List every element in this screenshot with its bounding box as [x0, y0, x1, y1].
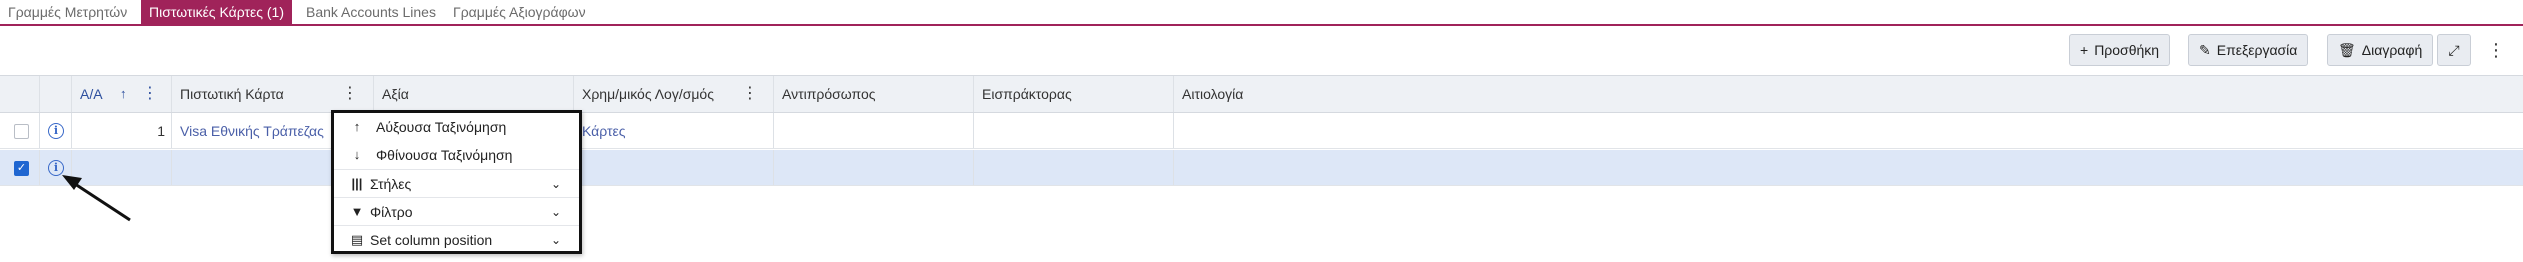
expand-icon: ⤢ [2448, 42, 2460, 58]
tab-credit-cards[interactable]: Πιστωτικές Κάρτες (1) [141, 0, 292, 24]
info-icon[interactable]: i [48, 160, 64, 176]
header-info-cell [40, 76, 72, 112]
trash-icon: 🗑 [2338, 42, 2356, 58]
cell-representative[interactable] [774, 150, 974, 185]
cell-aa[interactable]: 1 [72, 113, 172, 148]
cell-collector[interactable] [974, 113, 1174, 148]
menu-item-sort-ascending[interactable]: ↑ Αύξουσα Ταξινόμηση [334, 113, 579, 141]
row-info-cell: i [40, 150, 72, 185]
delete-button[interactable]: 🗑 Διαγραφή [2327, 34, 2434, 66]
row-checkbox-checked[interactable]: ✓ [14, 161, 29, 176]
arrow-down-icon: ↓ [353, 147, 361, 162]
cell-account[interactable]: Κάρτες [574, 113, 774, 148]
tab-bank-accounts-lines[interactable]: Bank Accounts Lines [298, 0, 444, 24]
column-header-value[interactable]: Αξία [374, 76, 574, 112]
row-checkbox[interactable] [14, 124, 29, 139]
column-menu-icon[interactable]: ⋮ [142, 76, 158, 112]
columns-icon: ||| [351, 176, 363, 191]
cell-reason[interactable] [1174, 150, 2523, 185]
column-header-collector[interactable]: Εισπράκτορας [974, 76, 1174, 112]
plus-icon: + [2080, 42, 2089, 58]
tab-bar: Γραμμές Μετρητών Πιστωτικές Κάρτες (1) B… [0, 0, 2523, 26]
tab-cash-lines[interactable]: Γραμμές Μετρητών [0, 0, 135, 24]
chevron-down-icon: ⌄ [550, 233, 561, 247]
cell-aa[interactable] [72, 150, 172, 185]
menu-item-sort-descending[interactable]: ↓ Φθίνουσα Ταξινόμηση [334, 141, 579, 169]
tab-securities-lines[interactable]: Γραμμές Αξιογράφων [445, 0, 594, 24]
column-header-card[interactable]: Πιστωτική Κάρτα ⋮ [172, 76, 374, 112]
sort-ascending-icon: ↑ [120, 86, 127, 101]
expand-button[interactable]: ⤢ [2437, 34, 2471, 66]
add-button[interactable]: + Προσθήκη [2069, 34, 2171, 66]
chevron-down-icon: ⌄ [550, 205, 561, 219]
more-options-icon[interactable]: ⋮ [2481, 34, 2511, 66]
arrow-up-icon: ↑ [353, 119, 361, 134]
grid-header: Α/Α ↑ ⋮ Πιστωτική Κάρτα ⋮ Αξία Χρημ/μικό… [0, 76, 2523, 113]
info-icon[interactable]: i [48, 123, 64, 139]
column-header-reason[interactable]: Αιτιολογία [1174, 76, 2523, 112]
toolbar: + Προσθήκη ✎ Επεξεργασία 🗑 Διαγραφή ⤢ ⋮ [2065, 34, 2523, 68]
cell-account[interactable] [574, 150, 774, 185]
table-icon: ▤ [350, 232, 364, 247]
edit-button[interactable]: ✎ Επεξεργασία [2188, 34, 2309, 66]
menu-item-set-column-position[interactable]: ▤ Set column position ⌄ [334, 225, 579, 253]
cell-representative[interactable] [774, 113, 974, 148]
pencil-icon: ✎ [2199, 42, 2211, 58]
column-header-representative[interactable]: Αντιπρόσωπος [774, 76, 974, 112]
filter-icon: ▼ [350, 204, 364, 219]
column-menu-icon[interactable]: ⋮ [742, 76, 758, 112]
menu-item-columns[interactable]: ||| Στήλες ⌄ [334, 169, 579, 197]
column-context-menu: ↑ Αύξουσα Ταξινόμηση ↓ Φθίνουσα Ταξινόμη… [331, 110, 582, 254]
row-select-cell: ✓ [0, 150, 40, 185]
column-menu-icon[interactable]: ⋮ [342, 76, 358, 112]
header-select-cell [0, 76, 40, 112]
column-header-aa[interactable]: Α/Α ↑ ⋮ [72, 76, 172, 112]
cell-reason[interactable] [1174, 113, 2523, 148]
row-select-cell [0, 113, 40, 148]
menu-item-filter[interactable]: ▼ Φίλτρο ⌄ [334, 197, 579, 225]
cell-collector[interactable] [974, 150, 1174, 185]
column-header-account[interactable]: Χρημ/μικός Λογ/σμός ⋮ [574, 76, 774, 112]
row-info-cell: i [40, 113, 72, 148]
chevron-down-icon: ⌄ [550, 177, 561, 191]
